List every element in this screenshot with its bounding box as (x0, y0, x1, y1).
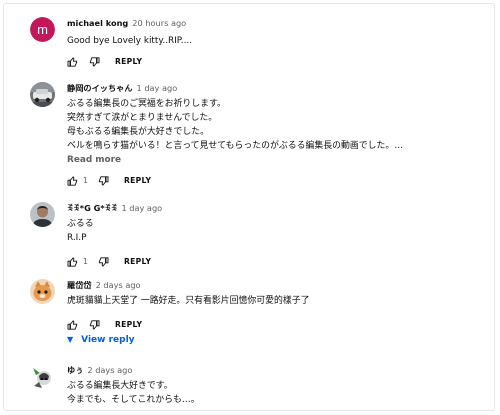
avatar-letter-icon: m (30, 17, 55, 42)
thumbs-down-icon[interactable] (98, 257, 109, 269)
comment-header: ꉂꉂ*G G*ꉂꉂ 1 day ago (67, 202, 480, 214)
comment-text: ぶるる R.I.P (67, 217, 480, 245)
view-reply-label: View reply (81, 335, 135, 345)
comment-author[interactable]: ꉂꉂ*G G*ꉂꉂ (67, 203, 117, 213)
avatar[interactable] (30, 279, 55, 304)
comment-time[interactable]: 2 days ago (87, 365, 132, 375)
view-reply-button[interactable]: ▼ View reply (67, 335, 135, 345)
avatar[interactable]: m (30, 17, 55, 42)
comment-author[interactable]: ゆぅ (67, 365, 83, 375)
car-photo-icon (30, 82, 55, 107)
reply-button[interactable]: REPLY (124, 176, 151, 185)
comment-actions: REPLY (67, 316, 480, 334)
comment-line: 今までも、そしてこれからも…。 (67, 395, 200, 405)
thumbs-up-icon[interactable] (67, 176, 78, 188)
comment-text: 虎斑貓貓上天堂了 一路好走。只有看影片回憶你可愛的樣子了 (67, 294, 480, 308)
reply-button[interactable]: REPLY (115, 57, 142, 66)
comment-text: ぶるる編集長のご冥福をお祈りします。 突然すぎて涙がとまりませんでした。 母もぶ… (67, 97, 480, 153)
comment-line: ぶるる (67, 219, 94, 229)
thumbs-up-icon[interactable] (67, 57, 78, 69)
comment-author[interactable]: michael kong (67, 18, 128, 28)
comment-line: 突然すぎて涙がとまりませんでした。 (67, 113, 218, 123)
comment-time[interactable]: 1 day ago (137, 83, 178, 93)
comment-line: ベルを鳴らす猫がいる！と言って見せてもらったのがぶるる編集長の動画でした。… (67, 141, 404, 151)
comment-line: ぶるる編集長大好きです。 (67, 381, 173, 391)
reply-button[interactable]: REPLY (115, 320, 142, 329)
read-more-link[interactable]: Read more (67, 155, 480, 165)
comment-line: 虎斑貓貓上天堂了 一路好走。只有看影片回憶你可愛的樣子了 (67, 296, 310, 306)
comment-actions: REPLY (67, 53, 480, 71)
comment-text: ぶるる編集長大好きです。 今までも、そしてこれからも…。 (67, 379, 480, 407)
person-photo-icon (30, 202, 55, 227)
comment-line: ぶるる編集長のご冥福をお祈りします。 (67, 99, 226, 109)
thumbs-up-icon[interactable] (67, 320, 78, 332)
cat-photo-icon (30, 279, 55, 304)
avatar[interactable] (30, 82, 55, 107)
comment-header: 羅岱岱 2 days ago (67, 279, 480, 291)
like-count: 1 (83, 176, 88, 185)
comment-line: 母もぶるる編集長が大好きでした。 (67, 127, 209, 137)
thumbs-down-icon[interactable] (89, 57, 100, 69)
chevron-down-icon: ▼ (67, 335, 74, 344)
thumbs-up-icon[interactable] (67, 257, 78, 269)
comment-header: ゆぅ 2 days ago (67, 364, 480, 376)
comment-actions: 1 REPLY (67, 172, 480, 190)
thumbs-down-icon[interactable] (98, 176, 109, 188)
like-count: 1 (83, 257, 88, 266)
comment-author[interactable]: 静岡のイッちゃん (67, 83, 133, 93)
comment-actions: 1 REPLY (67, 253, 480, 271)
comment-time[interactable]: 2 days ago (96, 280, 141, 290)
comment-text: Good bye Lovely kitty..RIP.... (67, 34, 480, 48)
comment-header: 静岡のイッちゃん 1 day ago (67, 82, 480, 94)
reply-button[interactable]: REPLY (124, 257, 151, 266)
comment-header: michael kong 20 hours ago (67, 17, 480, 29)
comment-line: Good bye Lovely kitty..RIP.... (67, 36, 193, 46)
avatar[interactable] (30, 202, 55, 227)
avatar-letter: m (37, 22, 48, 37)
avatar[interactable] (30, 364, 55, 389)
thumbs-down-icon[interactable] (89, 320, 100, 332)
character-illustration-icon (30, 364, 55, 389)
comment-time[interactable]: 20 hours ago (132, 18, 186, 28)
comment-author[interactable]: 羅岱岱 (67, 280, 92, 290)
comment-time[interactable]: 1 day ago (121, 203, 162, 213)
comment-line: R.I.P (67, 233, 87, 243)
